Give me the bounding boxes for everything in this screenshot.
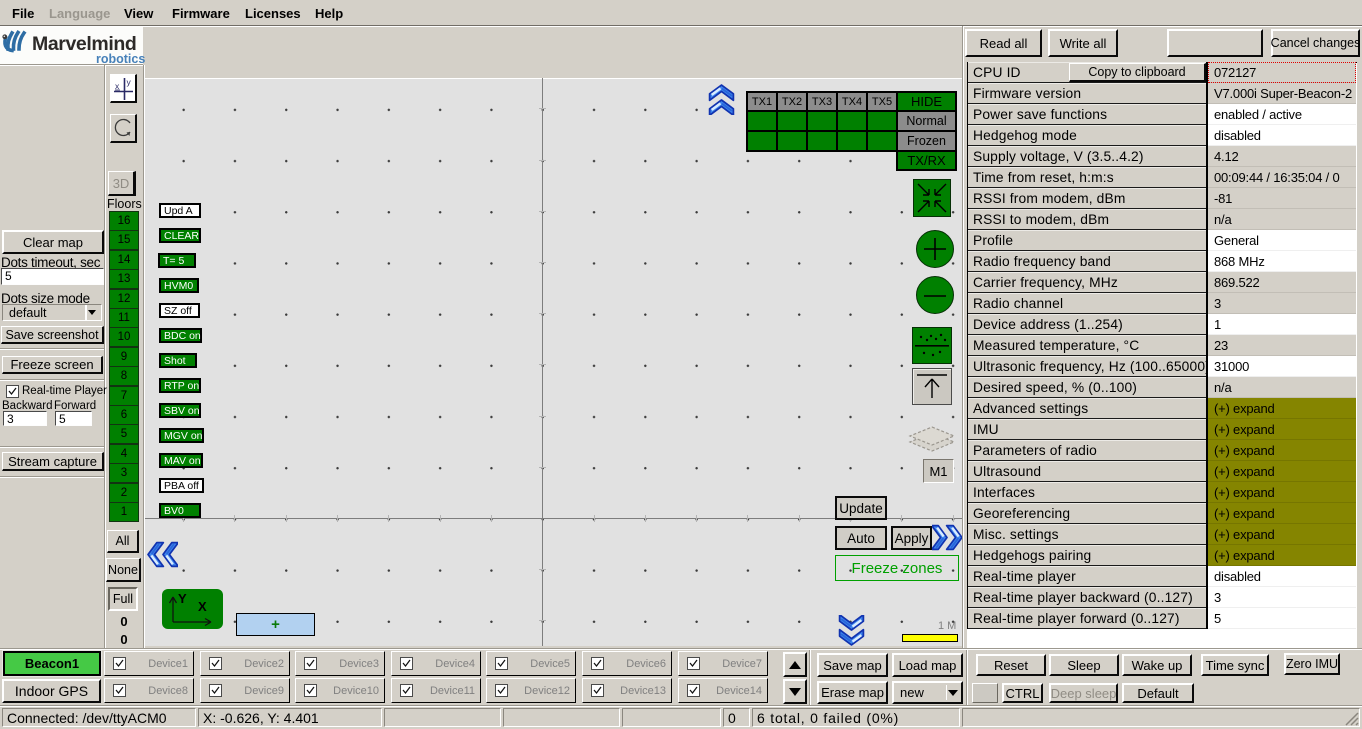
svg-text:x: x: [115, 81, 120, 91]
svg-text:y: y: [126, 77, 131, 87]
